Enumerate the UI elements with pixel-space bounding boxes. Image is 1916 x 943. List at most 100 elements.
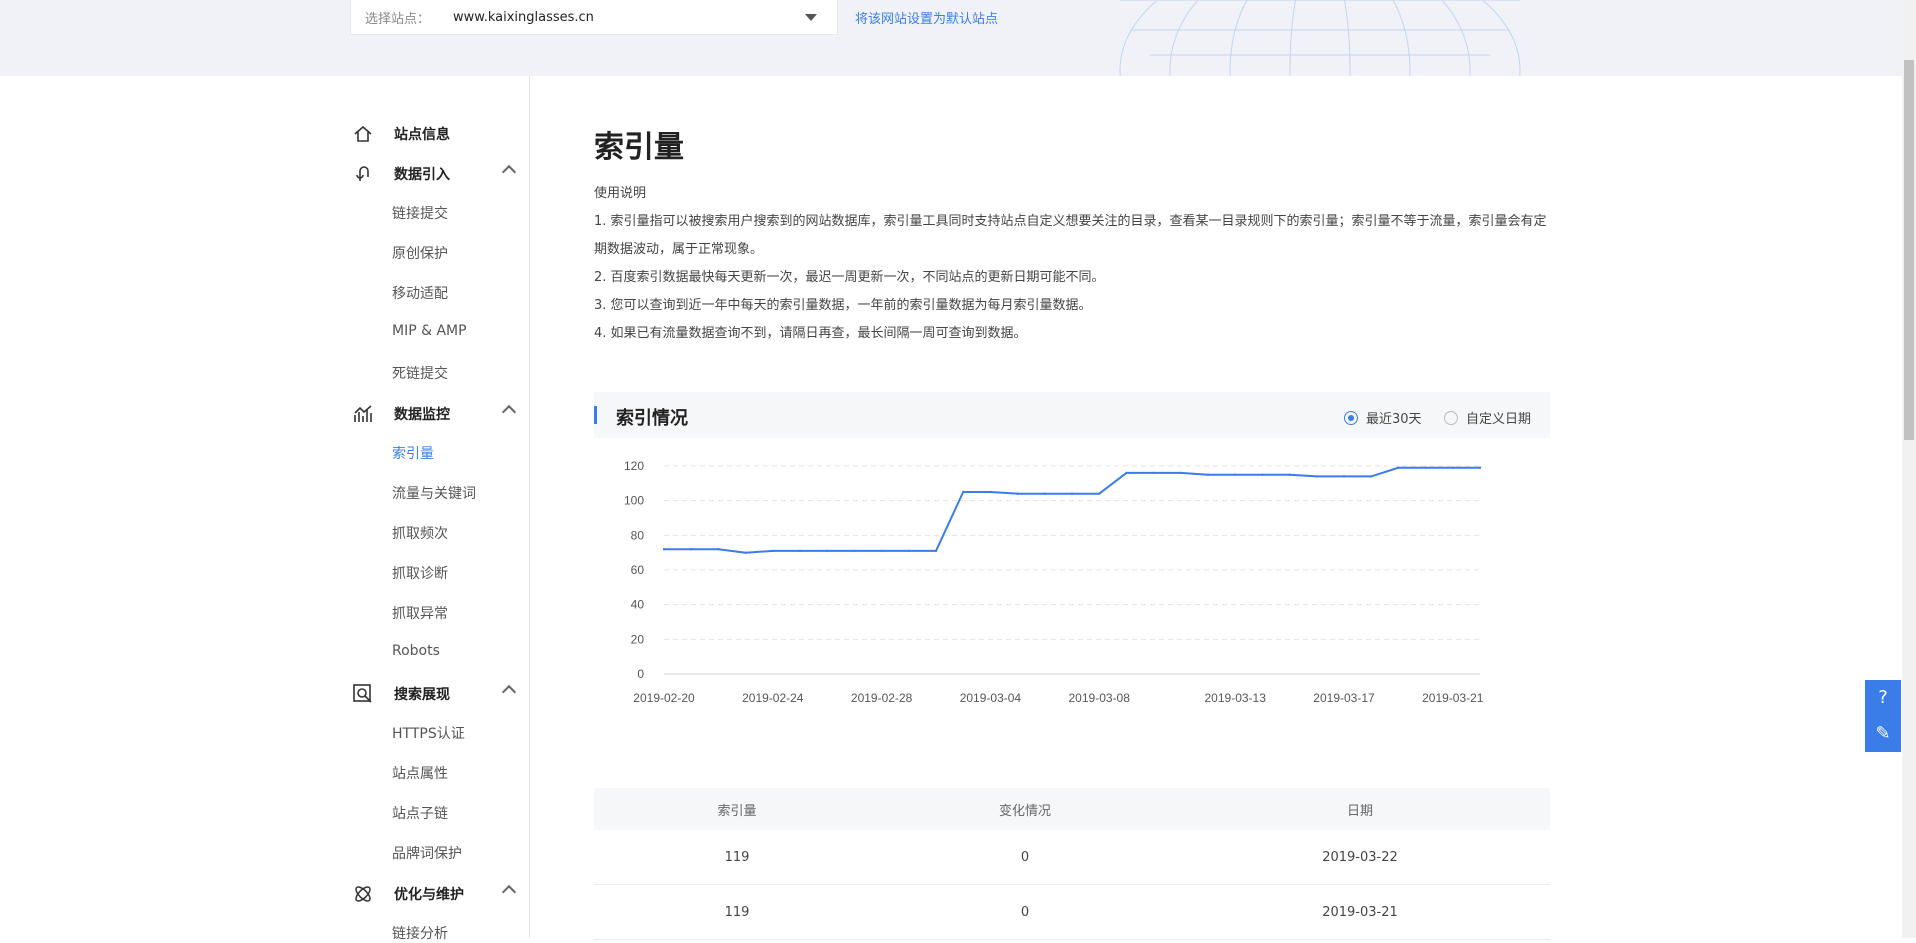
sidebar-group-title: 数据引入 [394,167,450,183]
cell-date: 2019-03-22 [1322,849,1398,865]
sidebar-group-site-info[interactable]: 站点信息 [352,123,522,145]
data-point [1261,473,1264,476]
x-tick-label: 2019-02-28 [851,691,913,705]
chevron-up-icon[interactable] [501,884,517,900]
cell-date: 2019-03-21 [1322,904,1398,920]
chevron-up-icon[interactable] [501,404,517,420]
sidebar-group-optimize[interactable]: 优化与维护 [352,883,522,905]
radio-label: 最近30天 [1366,412,1422,427]
sidebar: 站点信息 数据引入 链接提交 原创保护 移动适配 MIP & AMP 死链提交 … [340,76,530,942]
sidebar-item-site-attributes[interactable]: 站点属性 [392,763,448,783]
data-point [690,548,693,551]
data-point [1098,492,1101,495]
sidebar-item-dead-link[interactable]: 死链提交 [392,363,448,383]
scrollbar-thumb[interactable] [1904,60,1914,440]
y-tick-label: 40 [631,598,645,612]
column-header-change: 变化情况 [998,803,1051,819]
data-import-icon [356,166,369,181]
cell-index: 119 [724,849,750,865]
data-point [1424,466,1427,469]
feedback-icon[interactable]: ✎ [1865,716,1901,752]
radio-custom-date[interactable]: 自定义日期 [1444,408,1531,427]
y-tick-label: 80 [631,528,645,542]
sidebar-item-brand-protect[interactable]: 品牌词保护 [392,843,462,863]
table-header: 索引量 变化情况 日期 [594,788,1550,830]
page-scrollbar[interactable] [1902,0,1916,938]
site-select[interactable]: 选择站点： www.kaixinglasses.cn [350,0,838,35]
sidebar-group-data-monitor[interactable]: 数据监控 [352,403,522,425]
data-point [1234,473,1237,476]
usage-line: 3. 您可以查询到近一年中每天的索引量数据，一年前的索引量数据为每月索引量数据。 [594,298,1092,313]
x-tick-label: 2019-03-13 [1205,691,1267,705]
section-accent-bar [594,406,597,424]
data-point [934,549,938,553]
data-point [1070,492,1074,495]
section-title: 索引情况 [616,408,688,429]
radio-label: 自定义日期 [1466,412,1532,427]
chevron-up-icon[interactable] [501,684,517,700]
chevron-up-icon[interactable] [501,164,517,180]
data-point [1370,475,1373,478]
usage-title: 使用说明 [594,186,647,201]
sidebar-item-crawl-errors[interactable]: 抓取异常 [392,603,448,623]
data-point [1125,471,1128,475]
data-point [662,548,666,551]
sidebar-item-index-volume[interactable]: 索引量 [392,443,434,463]
data-point [1152,471,1155,475]
site-select-value: www.kaixinglasses.cn [453,9,594,25]
data-point [880,549,883,553]
chevron-down-icon[interactable] [805,14,817,21]
usage-line: 1. 索引量指可以被搜索用户搜索到的网站数据库，索引量工具同时支持站点自定义想要… [594,214,1547,257]
radio-recent-30-days[interactable]: 最近30天 [1344,408,1422,427]
column-header-date: 日期 [1346,803,1373,819]
search-display-icon [353,684,372,703]
sidebar-item-link-analysis[interactable]: 链接分析 [392,923,448,943]
table-row: 119 0 2019-03-22 [594,830,1550,885]
sidebar-item-mip-amp[interactable]: MIP & AMP [392,323,467,339]
x-tick-label: 2019-03-21 [1422,691,1484,705]
data-point [798,549,802,553]
sidebar-item-mobile-adapt[interactable]: 移动适配 [392,283,448,303]
sidebar-item-link-submit[interactable]: 链接提交 [392,203,448,223]
sidebar-item-original-protect[interactable]: 原创保护 [392,243,448,263]
data-point [1016,492,1019,495]
radio-dot[interactable] [1344,410,1358,425]
data-point [1315,475,1318,478]
sidebar-item-site-sublinks[interactable]: 站点子链 [392,803,448,823]
x-tick-label: 2019-02-24 [742,691,804,705]
data-point [717,548,720,551]
sidebar-group-title: 数据监控 [394,407,450,423]
sidebar-group-search-display[interactable]: 搜索展现 [352,683,522,705]
set-default-site-link[interactable]: 将该网站设置为默认站点 [855,8,998,27]
sidebar-item-crawl-diagnosis[interactable]: 抓取诊断 [392,563,448,583]
globe-decoration [1119,0,1521,76]
sidebar-item-traffic-keywords[interactable]: 流量与关键词 [392,483,476,503]
data-point [1451,466,1454,469]
sidebar-item-https[interactable]: HTTPS认证 [392,723,465,743]
data-point [826,549,829,553]
sidebar-group-title: 搜索展现 [394,687,450,703]
data-point [1478,466,1482,469]
help-icon[interactable]: ? [1865,680,1901,716]
data-point [989,490,992,494]
top-bar: 选择站点： www.kaixinglasses.cn 将该网站设置为默认站点 [0,0,1916,76]
data-point [1397,466,1400,469]
column-header-index: 索引量 [717,803,757,819]
sidebar-item-robots[interactable]: Robots [392,643,440,659]
sidebar-group-title: 优化与维护 [394,887,464,903]
sidebar-item-crawl-frequency[interactable]: 抓取频次 [392,523,448,543]
data-point [1179,471,1182,475]
usage-line: 2. 百度索引数据最快每天更新一次，最迟一周更新一次，不同站点的更新日期可能不同… [594,270,1105,285]
site-select-label: 选择站点： [365,11,431,27]
data-point [962,490,965,494]
sidebar-group-data-import[interactable]: 数据引入 [352,163,522,185]
x-tick-label: 2019-02-20 [633,691,695,705]
usage-instructions: 使用说明 1. 索引量指可以被搜索用户搜索到的网站数据库，索引量工具同时支持站点… [594,180,1550,348]
y-tick-label: 120 [624,459,644,473]
y-tick-label: 20 [631,632,645,646]
data-point [1043,492,1046,495]
cell-index: 119 [724,904,750,920]
chart-monitor-icon [354,405,372,422]
radio-dot[interactable] [1444,410,1458,425]
x-tick-label: 2019-03-17 [1313,691,1375,705]
